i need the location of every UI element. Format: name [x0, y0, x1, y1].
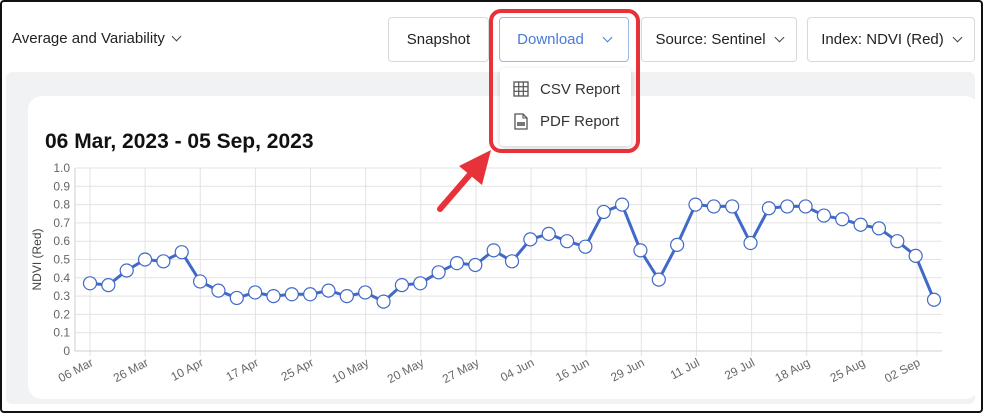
data-point — [266, 289, 281, 304]
menu-item-csv-report[interactable]: CSV Report — [500, 74, 631, 104]
y-tick-label: 0.4 — [53, 271, 70, 285]
data-point — [156, 254, 171, 269]
data-point — [358, 285, 373, 300]
data-point — [651, 272, 666, 287]
data-point — [871, 221, 887, 236]
data-point — [468, 257, 483, 273]
data-point — [119, 263, 134, 278]
data-point — [504, 254, 520, 269]
data-point — [798, 199, 813, 214]
table-icon — [512, 80, 530, 98]
pdf-file-icon — [512, 112, 530, 130]
data-point — [835, 212, 850, 227]
x-tick-label: 06 Mar — [56, 355, 96, 385]
data-point — [101, 278, 116, 293]
menu-item-label: PDF Report — [540, 112, 620, 130]
x-tick-label: 02 Sep — [882, 355, 922, 385]
y-tick-label: 0.6 — [53, 234, 70, 248]
data-point — [303, 287, 318, 302]
data-point — [780, 199, 795, 214]
x-tick-label: 29 Jun — [608, 355, 646, 384]
y-tick-label: 1.0 — [53, 161, 70, 175]
y-tick-label: 0 — [63, 344, 70, 358]
ndvi-line-chart: 0 0.1 0.2 0.3 0.4 0.5 0.6 0.7 0.8 0.9 1.0 06 Mar 26 … — [30, 161, 942, 386]
data-point — [321, 283, 336, 298]
x-tick-label: 29 Jul — [722, 355, 757, 382]
x-tick-label: 17 Apr — [224, 355, 261, 384]
x-tick-label: 25 Aug — [828, 355, 868, 385]
download-menu: CSV Report PDF Report — [500, 68, 631, 146]
data-point — [725, 199, 740, 214]
x-tick-label: 04 Jun — [498, 355, 536, 384]
menu-item-pdf-report[interactable]: PDF Report — [500, 106, 631, 136]
data-point — [229, 290, 244, 306]
data-point — [248, 285, 263, 300]
data-point — [816, 208, 832, 223]
x-tick-label: 18 Aug — [773, 355, 813, 385]
data-point — [449, 256, 465, 271]
data-point — [137, 252, 153, 267]
data-point — [614, 197, 630, 212]
data-point — [908, 248, 923, 263]
data-point — [486, 243, 501, 258]
data-point — [431, 265, 446, 280]
x-tick-label: 11 Jul — [668, 355, 702, 382]
data-point — [743, 235, 758, 251]
data-point — [413, 276, 428, 291]
data-point — [211, 283, 226, 298]
data-point — [82, 276, 98, 291]
data-point — [596, 204, 611, 220]
data-point — [670, 237, 685, 252]
data-point — [633, 243, 648, 258]
y-tick-label: 0.1 — [53, 326, 70, 340]
data-point — [853, 217, 868, 232]
y-tick-label: 0.2 — [53, 307, 70, 321]
x-tick-label: 25 Apr — [279, 355, 316, 384]
x-tick-label: 20 May — [385, 355, 426, 386]
x-tick-label: 26 Mar — [111, 355, 151, 385]
data-point — [890, 234, 905, 249]
data-point — [394, 278, 410, 293]
y-axis-label: NDVI (Red) — [30, 228, 44, 290]
menu-item-label: CSV Report — [540, 80, 621, 98]
x-tick-label: 10 May — [330, 355, 371, 386]
x-tick-label: 16 Jun — [553, 355, 591, 384]
y-tick-label: 0.8 — [53, 198, 70, 212]
data-point — [284, 287, 299, 302]
data-point — [688, 197, 703, 212]
data-point — [541, 226, 556, 241]
data-point — [761, 201, 776, 216]
data-point — [559, 234, 575, 249]
data-point — [376, 294, 391, 309]
y-tick-label: 0.7 — [53, 216, 70, 230]
data-point — [578, 239, 593, 254]
data-point — [339, 289, 354, 304]
x-tick-label: 10 Apr — [168, 355, 205, 384]
data-point — [706, 199, 721, 214]
data-point — [174, 245, 189, 260]
y-tick-label: 0.9 — [53, 179, 70, 193]
x-tick-label: 27 May — [440, 355, 481, 386]
data-point — [192, 274, 208, 289]
data-point — [523, 232, 538, 247]
data-point — [926, 292, 942, 307]
y-tick-label: 0.3 — [53, 289, 70, 303]
y-tick-label: 0.5 — [53, 253, 70, 267]
